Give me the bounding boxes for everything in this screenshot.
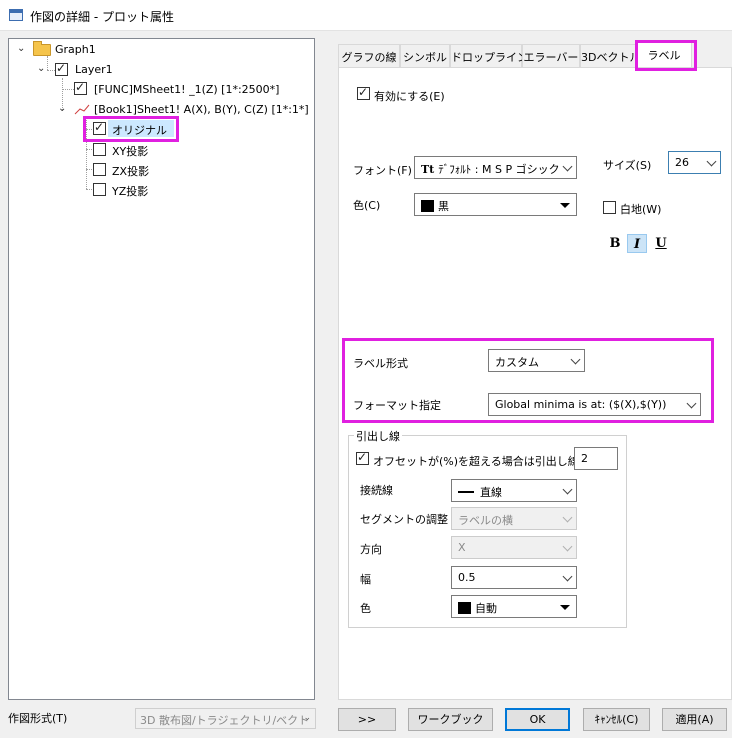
dropdown-triangle-icon: [560, 203, 570, 208]
offset-leader-label: オフセットが(%)を超える場合は引出し線を:: [373, 455, 574, 468]
window-title: 作図の詳細 - プロット属性: [30, 10, 174, 24]
font-value: ﾃﾞﾌｫﾙﾄ : M S P ゴシック: [438, 163, 560, 176]
offset-leader-checkbox[interactable]: [356, 450, 369, 465]
color-select[interactable]: 黒: [414, 193, 577, 216]
white-bg-label: 白地(W): [620, 203, 662, 216]
color-label: 色(C): [353, 199, 381, 212]
font-select[interactable]: Tt ﾃﾞﾌｫﾙﾄ : M S P ゴシック: [414, 156, 577, 179]
color-swatch: [421, 200, 434, 212]
color-swatch: [458, 602, 471, 614]
leader-color-value: 自動: [475, 602, 497, 615]
segment-adjust-value: ラベルの横: [458, 514, 513, 527]
highlight-box-original: [83, 116, 179, 142]
chevron-down-icon: [562, 571, 573, 582]
enable-label-text: 有効にする(E): [374, 90, 445, 103]
tab-drop-line[interactable]: ドロップライン: [450, 44, 528, 67]
window-icon: [9, 9, 23, 21]
leader-color-select[interactable]: 自動: [451, 595, 577, 618]
tree-item-layer1[interactable]: Layer1: [75, 63, 113, 76]
tree-item-zx[interactable]: ZX投影: [112, 163, 149, 179]
width-label: 幅: [360, 573, 371, 586]
tab-symbol[interactable]: シンボル: [400, 44, 450, 67]
size-label: サイズ(S): [603, 159, 652, 172]
tree-item-xy[interactable]: XY投影: [112, 143, 148, 159]
segment-adjust-label: セグメントの調整: [360, 513, 448, 526]
yz-projection-checkbox[interactable]: [93, 183, 106, 196]
size-value: 26: [675, 156, 689, 169]
zx-projection-checkbox[interactable]: [93, 163, 106, 176]
folder-icon: [33, 41, 51, 56]
highlight-box-label-format: [342, 338, 714, 423]
underline-button[interactable]: U: [651, 234, 671, 253]
offset-value: 2: [581, 452, 588, 465]
cancel-button[interactable]: ｷｬﾝｾﾙ(C): [583, 708, 650, 731]
segment-adjust-select[interactable]: ラベルの横: [451, 507, 577, 530]
chevron-down-icon: [706, 156, 717, 167]
ok-button[interactable]: OK: [505, 708, 570, 731]
size-select[interactable]: 26: [668, 151, 721, 174]
white-bg-checkbox[interactable]: [603, 201, 616, 214]
plot-type-value: 3D 散布図/トラジェクトリ/ベクト: [140, 714, 310, 727]
func-plot-checkbox[interactable]: [74, 80, 87, 95]
chevron-down-icon: [562, 512, 573, 523]
leader-color-label: 色: [360, 602, 371, 615]
enable-label-checkbox[interactable]: [357, 85, 370, 100]
apply-button[interactable]: 適用(A): [662, 708, 727, 731]
expand-layer1-chevron-icon[interactable]: ⌄: [37, 64, 47, 74]
expand-button[interactable]: >>: [338, 708, 396, 731]
line-style-icon: [458, 491, 474, 493]
line-plot-icon: [74, 104, 90, 115]
width-select[interactable]: 0.5: [451, 566, 577, 589]
chevron-down-icon: [562, 161, 573, 172]
xy-projection-checkbox[interactable]: [93, 143, 106, 156]
tab-3d-vector[interactable]: 3Dベクトル: [580, 44, 640, 67]
tree-connector: [86, 189, 92, 190]
truetype-icon: Tt: [421, 163, 435, 176]
direction-select[interactable]: X: [451, 536, 577, 559]
connect-line-select[interactable]: 直線: [451, 479, 577, 502]
chevron-down-icon: ⌄: [303, 713, 311, 723]
tree-item-func-plot[interactable]: [FUNC]MSheet1! _1(Z) [1*:2500*]: [94, 83, 279, 96]
connect-line-value: 直線: [480, 486, 502, 499]
width-value: 0.5: [458, 571, 476, 584]
tree-connector: [62, 89, 74, 90]
tab-error-bar[interactable]: エラーバー: [522, 44, 580, 67]
plot-type-select: 3D 散布図/トラジェクトリ/ベクト ⌄: [135, 708, 316, 729]
direction-label: 方向: [360, 543, 382, 556]
tree-connector: [86, 169, 92, 170]
plot-type-label: 作図形式(T): [8, 712, 68, 725]
direction-value: X: [458, 541, 466, 554]
bold-button[interactable]: B: [605, 234, 625, 253]
layer1-checkbox[interactable]: [55, 61, 68, 76]
font-label: フォント(F): [353, 164, 412, 177]
dropdown-triangle-icon: [560, 605, 570, 610]
highlight-box-label-tab: [635, 40, 697, 71]
tree-item-graph1[interactable]: Graph1: [55, 43, 96, 56]
chevron-down-icon: [562, 484, 573, 495]
title-bar: 作図の詳細 - プロット属性: [0, 0, 732, 31]
color-value: 黒: [438, 200, 449, 213]
expand-graph1-chevron-icon[interactable]: ⌄: [17, 44, 27, 54]
tree-connector: [47, 70, 55, 71]
workbook-button[interactable]: ワークブック: [408, 708, 493, 731]
chevron-down-icon: [562, 541, 573, 552]
offset-input[interactable]: 2: [574, 447, 618, 470]
tree-item-book1-plot[interactable]: [Book1]Sheet1! A(X), B(Y), C(Z) [1*:1*]: [94, 103, 309, 116]
tree-item-yz[interactable]: YZ投影: [112, 183, 148, 199]
tree-connector: [86, 149, 92, 150]
leader-line-group-title: 引出し線: [354, 428, 402, 444]
tab-graph-line[interactable]: グラフの線: [338, 44, 400, 67]
connect-line-label: 接続線: [360, 484, 393, 497]
italic-button[interactable]: I: [627, 234, 647, 253]
tree-connector: [47, 56, 48, 70]
expand-book1-chevron-icon[interactable]: ⌄: [58, 104, 68, 114]
